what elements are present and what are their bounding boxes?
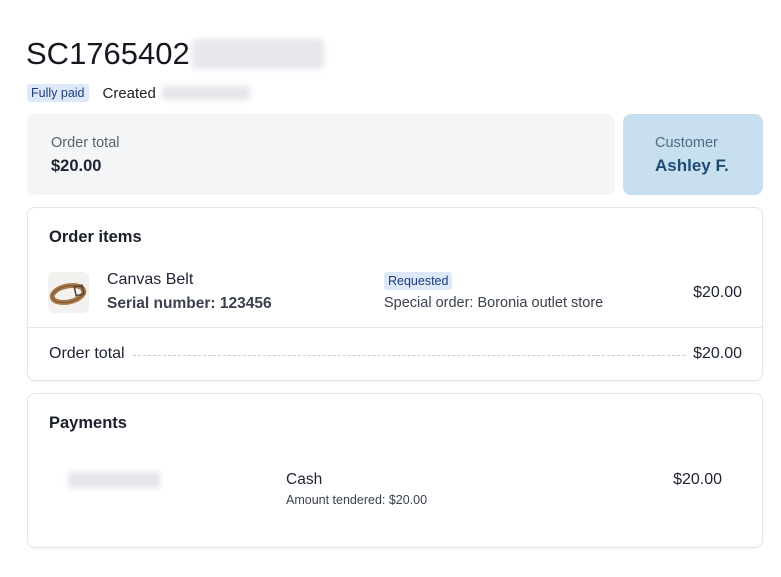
redacted-payment-date [68, 472, 160, 488]
items-divider [28, 327, 762, 328]
created-label: Created [102, 84, 156, 102]
order-id-heading: SC1765402 [26, 34, 324, 74]
payment-status-badge: Fully paid [27, 84, 89, 102]
order-meta: Fully paid Created [27, 84, 250, 102]
order-items-title: Order items [49, 228, 142, 246]
item-serial-number: Serial number: 123456 [107, 295, 272, 312]
customer-card[interactable]: Customer Ashley F. [623, 114, 763, 195]
payment-amount: $20.00 [673, 471, 722, 488]
dotted-leader [132, 354, 686, 356]
items-total-value: $20.00 [693, 345, 742, 362]
redacted-order-id-suffix [191, 39, 324, 69]
customer-label: Customer [655, 135, 718, 151]
item-name[interactable]: Canvas Belt [107, 271, 193, 289]
payments-panel: Payments Cash Amount tendered: $20.00 $2… [27, 393, 763, 548]
created-info: Created [103, 85, 250, 102]
payments-title: Payments [49, 414, 127, 432]
payment-amount-tendered: Amount tendered: $20.00 [286, 493, 428, 507]
redacted-created-date [161, 86, 250, 100]
order-total-label: Order total [51, 135, 120, 151]
customer-name[interactable]: Ashley F. [655, 156, 731, 176]
item-price: $20.00 [693, 284, 742, 301]
item-special-order-note: Special order: Boronia outlet store [384, 295, 604, 311]
payment-method: Cash [286, 471, 323, 488]
items-total-label: Order total [49, 345, 125, 362]
order-total-card: Order total $20.00 [27, 114, 615, 195]
items-total-row: Order total $20.00 [49, 345, 742, 363]
order-total-value: $20.00 [51, 157, 102, 175]
order-items-panel: Order items Canvas Belt Serial number: 1… [27, 207, 763, 381]
order-id-text: SC1765402 [26, 36, 190, 71]
order-detail-page: SC1765402 Fully paid Created Order total… [0, 0, 781, 577]
item-status-badge: Requested [384, 272, 453, 290]
belt-image-icon [48, 272, 89, 313]
